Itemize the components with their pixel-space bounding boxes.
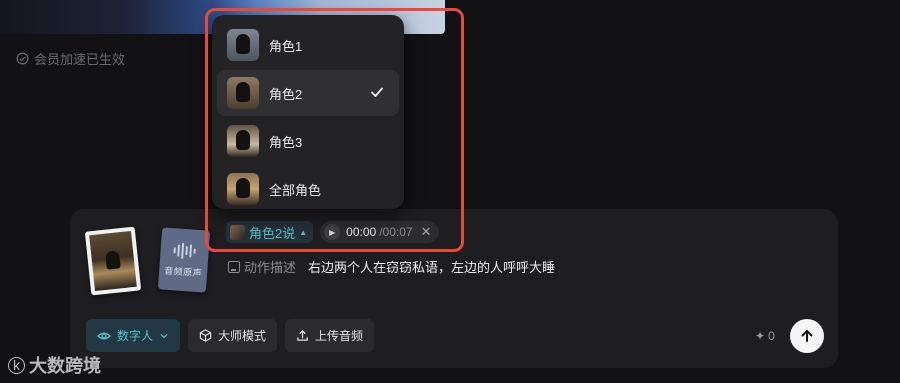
watermark-logo: k [8,356,25,374]
action-tag: 动作描述 [228,257,296,276]
speaker-avatar [230,224,245,240]
role-option-1[interactable]: 角色1 [217,22,399,68]
role-3-avatar [227,125,259,157]
action-icon [228,260,240,273]
speaker-row: 角色2说 ▲ ▶ 00:00 /00:07 ✕ [226,221,440,243]
upload-audio-label: 上传音频 [315,329,364,343]
upload-audio-button[interactable]: 上传音频 [285,319,375,352]
eye-icon [97,332,111,339]
credit-cost: ✦ 0 [755,329,775,343]
role-option-2[interactable]: 角色2 [217,70,399,116]
role-option-label: 角色1 [269,38,303,54]
audio-current-time: 00:00 [346,225,377,239]
member-status: 会员加速已生效 [16,49,125,68]
credit-count: 0 [768,329,775,343]
cube-icon [199,329,212,342]
speaker-selector[interactable]: 角色2说 ▲ [226,221,314,243]
watermark: k 大数跨境 [8,352,101,378]
waveform-icon [173,242,196,259]
audio-thumbnail[interactable]: 音频原声 [157,227,211,293]
member-status-label: 会员加速已生效 [34,52,126,67]
audio-thumbnail-label: 音频原声 [163,265,203,278]
audio-total-time: /00:07 [379,225,413,239]
arrow-up-icon [801,329,813,342]
checkmark-icon [371,87,383,97]
role-option-label: 角色2 [269,86,303,102]
speaker-label: 角色2说 [249,225,296,241]
chevron-down-icon [160,333,168,338]
check-circle-icon [16,52,29,65]
sparkle-icon: ✦ [755,329,766,343]
digital-human-label: 数字人 [117,329,154,343]
role-option-label: 角色3 [269,134,303,150]
role-option-all[interactable]: 全部角色 [217,166,399,212]
play-icon[interactable]: ▶ [324,224,341,240]
action-description[interactable]: 动作描述 右边两个人在窃窃私语，左边的人呼呼大睡 [228,257,555,276]
upload-icon [297,330,308,341]
all-roles-avatar [227,173,259,205]
role-dropdown-menu: 角色1 角色2 角色3 全部角色 [212,15,404,209]
image-thumbnail[interactable] [84,226,142,296]
send-button[interactable] [790,319,824,353]
master-mode-label: 大师模式 [218,329,267,343]
watermark-text: 大数跨境 [29,356,101,376]
action-tag-label: 动作描述 [244,260,297,275]
action-text: 右边两个人在窃窃私语，左边的人呼呼大睡 [308,260,556,275]
role-1-avatar [227,29,259,61]
audio-clip-chip: ▶ 00:00 /00:07 ✕ [320,221,440,243]
role-2-avatar [227,77,259,109]
composer-toolbar: 数字人 大师模式 上传音频 [86,319,375,352]
role-option-3[interactable]: 角色3 [217,118,399,164]
caret-up-icon: ▲ [299,227,308,237]
close-icon[interactable]: ✕ [421,224,432,240]
digital-human-button[interactable]: 数字人 [86,319,181,352]
master-mode-button[interactable]: 大师模式 [188,319,278,352]
role-option-label: 全部角色 [269,182,322,198]
